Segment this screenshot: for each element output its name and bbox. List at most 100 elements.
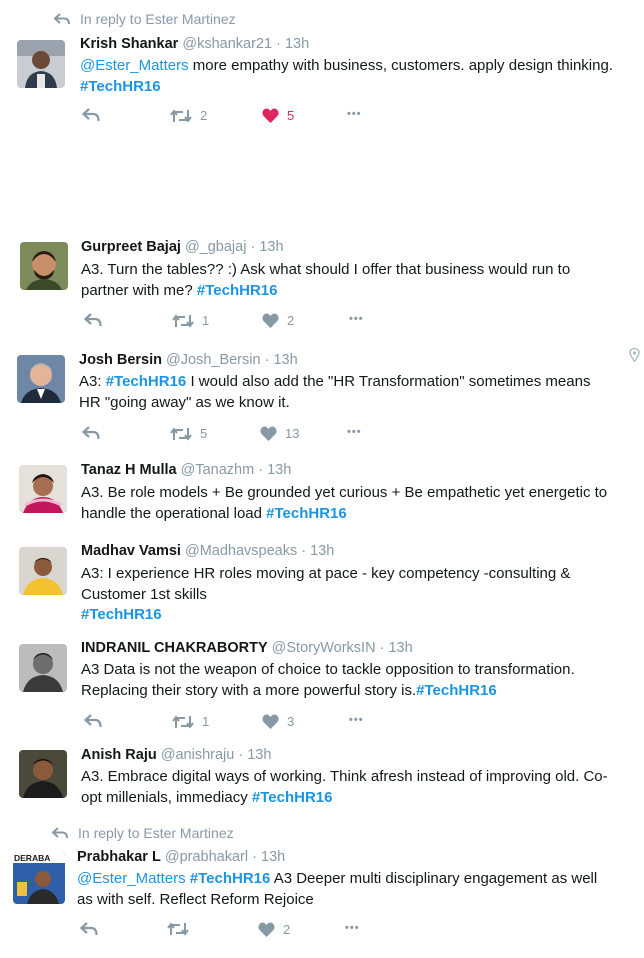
timestamp[interactable]: 13h xyxy=(247,747,271,763)
more-button[interactable]: ••• xyxy=(347,108,362,120)
retweet-count: 1 xyxy=(202,313,210,328)
like-count: 13 xyxy=(285,426,300,441)
separator: · xyxy=(252,849,257,865)
author-handle[interactable]: @kshankar21 xyxy=(182,36,272,52)
like-button[interactable]: 2 xyxy=(258,922,290,937)
timestamp[interactable]: 13h xyxy=(259,239,283,255)
text-segment: as with self. Reflect Reform Rejoice xyxy=(77,890,314,908)
hashtag-link[interactable]: #TechHR16 xyxy=(416,682,497,699)
author-handle[interactable]: @Josh_Bersin xyxy=(166,352,261,368)
reply-button[interactable] xyxy=(80,922,98,936)
author-handle[interactable]: @StoryWorksIN xyxy=(272,640,376,656)
separator: · xyxy=(276,36,281,52)
timestamp[interactable]: 13h xyxy=(388,640,412,656)
reply-arrow-icon xyxy=(52,827,68,839)
avatar[interactable] xyxy=(19,644,67,692)
mention-link[interactable]: @Ester_Matters xyxy=(77,870,186,887)
reply-button[interactable] xyxy=(82,426,100,440)
more-icon: ••• xyxy=(349,313,364,325)
author-handle[interactable]: @_gbajaj xyxy=(185,239,246,255)
like-count: 5 xyxy=(287,108,295,123)
author-handle[interactable]: @Madhavspeaks xyxy=(185,543,297,559)
separator: · xyxy=(238,747,244,763)
text-segment: handle the operational load xyxy=(81,504,267,522)
avatar[interactable] xyxy=(19,547,67,595)
author-handle[interactable]: @anishraju xyxy=(161,747,235,763)
heart-icon xyxy=(258,922,275,937)
retweet-button[interactable] xyxy=(167,922,189,936)
text-segment: more empathy with business, customers. a… xyxy=(188,57,613,74)
avatar[interactable] xyxy=(19,465,67,513)
hashtag-link[interactable]: #TechHR16 xyxy=(81,606,162,623)
more-icon: ••• xyxy=(345,922,360,934)
retweet-count: 5 xyxy=(200,426,208,441)
retweet-button[interactable]: 1 xyxy=(172,714,209,729)
retweet-button[interactable]: 1 xyxy=(172,313,209,328)
retweet-button[interactable]: 5 xyxy=(170,426,207,441)
more-icon: ••• xyxy=(347,108,362,120)
reply-arrow-icon xyxy=(54,13,70,25)
author-name[interactable]: Krish Shankar xyxy=(80,36,178,52)
avatar[interactable] xyxy=(20,242,68,290)
timestamp[interactable]: 13h xyxy=(261,849,285,865)
text-segment: A3 Data is not the weapon of choice to t… xyxy=(81,661,575,678)
more-button[interactable]: ••• xyxy=(349,313,364,325)
text-segment: I would also add the "HR Transformation"… xyxy=(186,373,591,390)
hashtag-link[interactable]: #TechHR16 xyxy=(190,870,271,887)
hashtag-link[interactable]: #TechHR16 xyxy=(252,789,333,806)
reply-icon xyxy=(80,922,98,936)
hashtag-link[interactable]: #TechHR16 xyxy=(266,505,347,522)
author-name[interactable]: Josh Bersin xyxy=(79,352,162,368)
retweet-icon xyxy=(170,108,192,123)
hashtag-link[interactable]: #TechHR16 xyxy=(197,282,278,299)
reply-button[interactable] xyxy=(84,313,102,327)
author-name[interactable]: INDRANIL CHAKRABORTY xyxy=(81,640,268,656)
avatar[interactable] xyxy=(19,750,67,798)
hashtag-link[interactable]: #TechHR16 xyxy=(106,373,187,390)
avatar[interactable]: DERABA xyxy=(13,852,65,904)
separator: · xyxy=(258,462,264,478)
timestamp[interactable]: 13h xyxy=(273,352,297,368)
tweet-text: A3 Data is not the weapon of choice to t… xyxy=(81,660,575,701)
reply-icon xyxy=(82,426,100,440)
like-button[interactable]: 2 xyxy=(262,313,294,328)
text-segment: A3. Turn the tables?? :) Ask what should… xyxy=(81,261,571,278)
author-name[interactable]: Prabhakar L xyxy=(77,849,161,865)
tweet-text: @Ester_Matters more empathy with busines… xyxy=(80,56,613,97)
retweet-button[interactable]: 2 xyxy=(170,108,207,123)
tweet-text: A3: I experience HR roles moving at pace… xyxy=(81,564,570,626)
heart-icon xyxy=(262,714,279,729)
timestamp[interactable]: 13h xyxy=(267,462,291,478)
text-segment: Customer 1st skills xyxy=(81,585,207,603)
mention-link[interactable]: @Ester_Matters xyxy=(80,57,189,74)
text-segment: Replacing their story with a more powerf… xyxy=(81,681,417,699)
author-name[interactable]: Anish Raju xyxy=(81,747,157,763)
author-name[interactable]: Gurpreet Bajaj xyxy=(81,239,181,255)
reply-button[interactable] xyxy=(82,108,100,122)
author-handle[interactable]: @Tanazhm xyxy=(181,462,255,478)
like-button[interactable]: 5 xyxy=(262,108,294,123)
author-name[interactable]: Madhav Vamsi xyxy=(81,543,181,559)
avatar[interactable] xyxy=(17,40,65,88)
text-segment: A3. Embrace digital ways of working. Thi… xyxy=(81,768,608,785)
hashtag-link[interactable]: #TechHR16 xyxy=(80,78,161,95)
more-button[interactable]: ••• xyxy=(349,714,364,726)
text-segment: A3: xyxy=(79,373,106,390)
more-button[interactable]: ••• xyxy=(345,922,360,934)
reply-button[interactable] xyxy=(84,714,102,728)
like-button[interactable]: 13 xyxy=(260,426,299,441)
like-count: 2 xyxy=(283,922,291,937)
tweet-actions: 2 5 ••• xyxy=(82,108,402,126)
like-button[interactable]: 3 xyxy=(262,714,294,729)
author-name[interactable]: Tanaz H Mulla xyxy=(81,462,177,478)
location-pin-icon[interactable] xyxy=(629,348,640,362)
reply-context[interactable]: In reply to Ester Martinez xyxy=(52,825,234,841)
timestamp[interactable]: 13h xyxy=(285,36,309,52)
avatar[interactable] xyxy=(17,355,65,403)
author-handle[interactable]: @prabhakarl xyxy=(165,849,248,865)
tweet-actions: 2 ••• xyxy=(80,922,400,940)
timestamp[interactable]: 13h xyxy=(310,543,334,559)
more-button[interactable]: ••• xyxy=(347,426,362,438)
reply-icon xyxy=(84,714,102,728)
reply-context[interactable]: In reply to Ester Martinez xyxy=(54,11,236,27)
